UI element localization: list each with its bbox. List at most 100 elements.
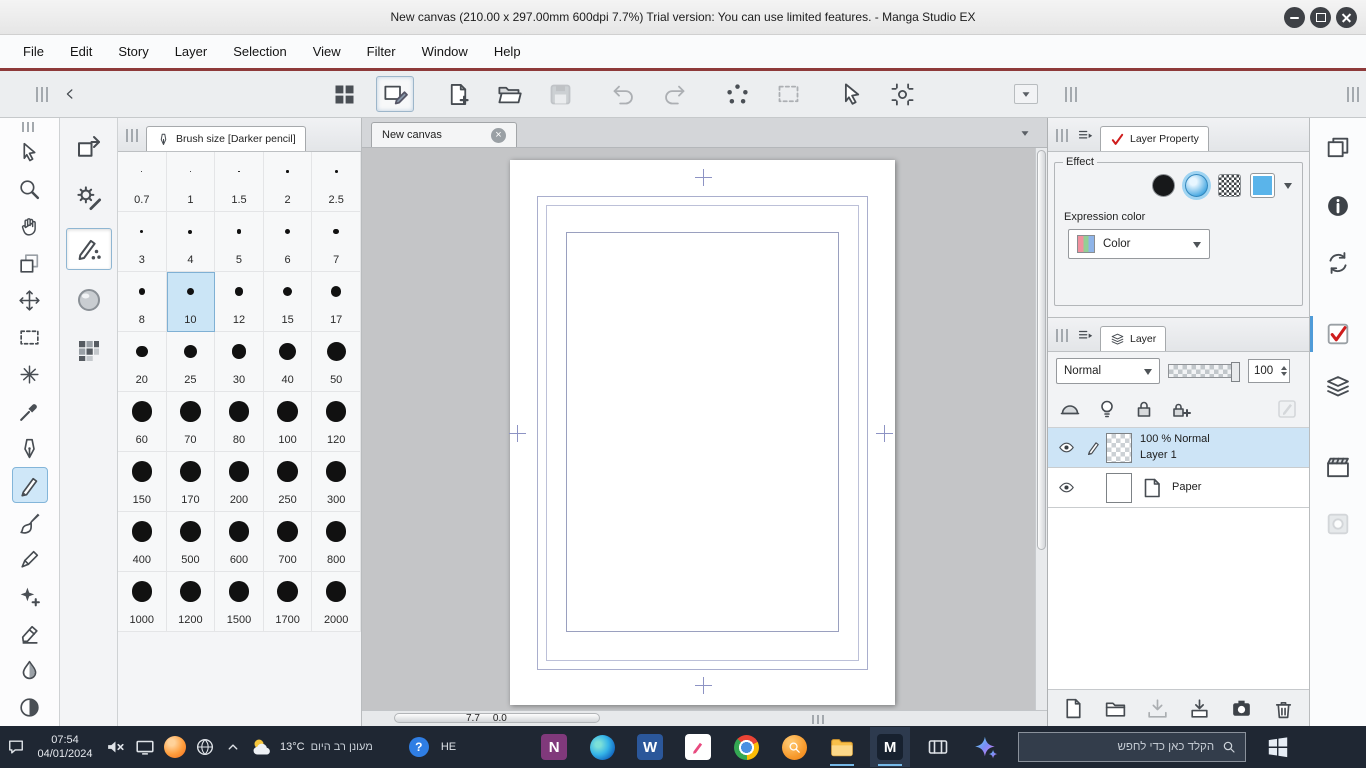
search-input[interactable]	[1027, 741, 1214, 753]
layer-tab[interactable]: Layer	[1100, 326, 1166, 351]
brush-size-120[interactable]: 120	[312, 392, 361, 452]
menu-help[interactable]: Help	[481, 35, 534, 68]
opacity-slider[interactable]	[1168, 364, 1240, 378]
brush-size-2[interactable]: 2	[264, 152, 313, 212]
document-tab[interactable]: New canvas ×	[371, 122, 517, 147]
brush-size-250[interactable]: 250	[264, 452, 313, 512]
object-picker-button[interactable]	[832, 76, 870, 112]
open-file-button[interactable]	[490, 76, 528, 112]
menu-filter[interactable]: Filter	[354, 35, 409, 68]
paint-app-button[interactable]	[678, 727, 718, 767]
brush-size-tab[interactable]: Brush size [Darker pencil]	[146, 126, 306, 151]
brush-size-200[interactable]: 200	[215, 452, 264, 512]
layer-property-dock-button[interactable]	[1318, 316, 1358, 352]
operation-tool[interactable]	[12, 134, 48, 170]
panel-menu-icon[interactable]	[1076, 326, 1095, 345]
chrome-button[interactable]	[726, 727, 766, 767]
collapse-left-icon[interactable]	[61, 85, 79, 103]
marquee-tool[interactable]	[12, 319, 48, 355]
onenote-button[interactable]: N	[534, 727, 574, 767]
status-grip[interactable]	[812, 715, 825, 724]
close-button[interactable]	[1336, 7, 1357, 28]
brush-size-17[interactable]: 17	[312, 272, 361, 332]
brush-size-1700[interactable]: 1700	[264, 572, 313, 632]
word-button[interactable]: W	[630, 727, 670, 767]
page[interactable]	[510, 160, 895, 705]
rotate-view-tool[interactable]	[12, 245, 48, 281]
trash-icon[interactable]	[1271, 696, 1296, 721]
vertical-scroll-thumb[interactable]	[1037, 150, 1046, 550]
menu-file[interactable]: File	[10, 35, 57, 68]
edge-button[interactable]	[582, 727, 622, 767]
menu-edit[interactable]: Edit	[57, 35, 105, 68]
effect-off[interactable]	[1152, 174, 1175, 197]
orange-tray-icon[interactable]	[164, 736, 186, 758]
info-button[interactable]	[1318, 188, 1358, 224]
decoration-tool[interactable]	[12, 578, 48, 614]
sphere-subtool[interactable]	[66, 279, 112, 321]
pencil-subtool[interactable]	[66, 228, 112, 270]
brush-size-8[interactable]: 8	[118, 272, 167, 332]
chat-icon[interactable]	[6, 737, 26, 757]
brush-size-7[interactable]: 7	[312, 212, 361, 272]
layer-thumbnail[interactable]	[1106, 473, 1132, 503]
tone-subtool[interactable]	[66, 330, 112, 372]
brush-size-6[interactable]: 6	[264, 212, 313, 272]
eraser-tool[interactable]	[12, 615, 48, 651]
tool-palette-grip[interactable]	[22, 122, 37, 132]
new-page-button[interactable]	[439, 76, 477, 112]
eyedropper-tool[interactable]	[12, 393, 48, 429]
brush-size-150[interactable]: 150	[118, 452, 167, 512]
gradient-tool[interactable]	[12, 689, 48, 725]
chevron-up-icon[interactable]	[224, 738, 242, 756]
panel-menu-icon[interactable]	[1076, 126, 1095, 145]
language-indicator[interactable]: HE	[441, 741, 456, 753]
brush-size-40[interactable]: 40	[264, 332, 313, 392]
layer-row[interactable]: Paper	[1048, 468, 1309, 508]
blend-mode-select[interactable]: Normal	[1056, 358, 1160, 384]
brush-size-25[interactable]: 25	[167, 332, 216, 392]
blend-tool[interactable]	[12, 652, 48, 688]
brush-size-800[interactable]: 800	[312, 512, 361, 572]
help-icon[interactable]: ?	[409, 737, 429, 757]
snap-frame-button[interactable]	[769, 76, 807, 112]
brush-size-600[interactable]: 600	[215, 512, 264, 572]
edit-box-icon[interactable]	[1275, 397, 1299, 421]
brush-size-80[interactable]: 80	[215, 392, 264, 452]
opacity-input[interactable]: 100	[1248, 359, 1290, 383]
brush-size-1000[interactable]: 1000	[118, 572, 167, 632]
effect-dropdown-icon[interactable]	[1284, 183, 1292, 193]
marker-tool[interactable]	[12, 541, 48, 577]
minimize-button[interactable]	[1284, 7, 1305, 28]
brush-size-170[interactable]: 170	[167, 452, 216, 512]
brush-size-30[interactable]: 30	[215, 332, 264, 392]
brush-size-100[interactable]: 100	[264, 392, 313, 452]
auto-select-tool[interactable]	[12, 356, 48, 392]
undo-button[interactable]	[604, 76, 642, 112]
zoom-tool[interactable]	[12, 171, 48, 207]
close-tab-icon[interactable]: ×	[491, 128, 506, 143]
material-save-icon[interactable]	[1229, 696, 1254, 721]
mask-icon[interactable]	[1058, 397, 1082, 421]
menu-story[interactable]: Story	[105, 35, 161, 68]
new-layer-icon[interactable]	[1061, 696, 1086, 721]
panels-button[interactable]	[1318, 130, 1358, 166]
brush-size-500[interactable]: 500	[167, 512, 216, 572]
mute-icon[interactable]	[104, 736, 126, 758]
panel-grip[interactable]	[126, 129, 139, 142]
menu-view[interactable]: View	[300, 35, 354, 68]
taskbar-clock[interactable]: 07:5404/01/2024	[34, 733, 96, 762]
brush-size-1[interactable]: 1	[167, 152, 216, 212]
canvas-settings-button[interactable]	[376, 76, 414, 112]
workspace-grid-button[interactable]	[325, 76, 363, 112]
layer-visibility-toggle[interactable]	[1052, 438, 1080, 457]
toolbar-grip[interactable]	[36, 87, 49, 102]
start-button[interactable]	[1256, 727, 1300, 767]
manga-studio-button[interactable]: M	[870, 727, 910, 767]
brush-size-12[interactable]: 12	[215, 272, 264, 332]
brush-size-15[interactable]: 15	[264, 272, 313, 332]
pen-tool[interactable]	[12, 430, 48, 466]
border-effect[interactable]	[1185, 174, 1208, 197]
lock-icon[interactable]	[1132, 397, 1156, 421]
brush-size-4[interactable]: 4	[167, 212, 216, 272]
